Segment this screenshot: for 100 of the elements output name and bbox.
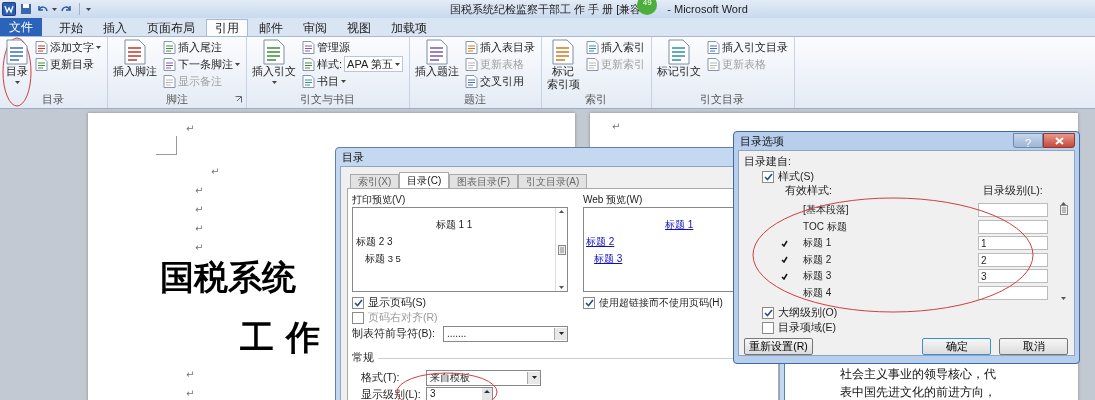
ribbon-button[interactable]: 更新目录 xyxy=(33,56,103,72)
dialog-launcher-icon[interactable] xyxy=(235,96,242,103)
checkbox-label[interactable]: 使用超链接而不使用页码(H) xyxy=(599,295,723,310)
check-icon xyxy=(763,308,773,317)
checkbox-label[interactable]: 样式(S) xyxy=(778,169,814,184)
save-icon[interactable] xyxy=(20,3,32,15)
style-dropdown[interactable]: APA 第五 xyxy=(344,56,403,72)
preview-text: 标题 2 3 xyxy=(355,235,394,249)
spin-up-icon[interactable] xyxy=(482,387,492,400)
ribbon-button[interactable]: 插入引文 xyxy=(250,38,298,92)
caret-icon xyxy=(394,62,400,66)
ribbon-button[interactable]: 下一条脚注 xyxy=(161,56,242,72)
checkbox[interactable] xyxy=(762,170,774,183)
document-icon xyxy=(163,74,176,88)
ok-button[interactable]: 确定 xyxy=(922,338,991,355)
dialog-tab[interactable]: 索引(X) xyxy=(350,174,400,188)
paragraph-mark: ↵ xyxy=(195,184,204,198)
level-input[interactable]: 2 xyxy=(978,252,1048,267)
document-icon xyxy=(302,40,315,54)
checkbox-label[interactable]: 大纲级别(O) xyxy=(778,305,838,320)
check-icon xyxy=(353,298,363,307)
ribbon-tab[interactable]: 插入 xyxy=(94,19,136,36)
ribbon-button[interactable]: 插入索引 xyxy=(583,39,647,55)
document-icon xyxy=(585,57,599,71)
ribbon-tab[interactable]: 加载项 xyxy=(382,19,436,36)
document-icon xyxy=(464,57,478,71)
document-title: 工 作 xyxy=(240,317,320,357)
scroll-thumb-icon[interactable] xyxy=(1059,205,1068,215)
document-icon xyxy=(302,57,315,71)
checkbox[interactable] xyxy=(352,296,364,309)
checkbox[interactable] xyxy=(762,306,774,319)
ribbon-button[interactable]: 书目 xyxy=(300,73,405,89)
style-name: 标题 3 xyxy=(803,269,833,284)
scroll-down-icon[interactable] xyxy=(1061,297,1066,300)
ribbon-tab[interactable]: 视图 xyxy=(338,19,380,36)
field-label: Web 预览(W) xyxy=(583,193,644,206)
paragraph-mark: ↵ xyxy=(612,120,621,134)
body-text: 表中国先进文化的前进方向， xyxy=(840,384,996,400)
field-label: 目录建自: xyxy=(744,155,792,169)
checkbox[interactable] xyxy=(762,321,774,334)
ribbon-tab[interactable]: 审阅 xyxy=(294,19,336,36)
group-label: 脚注 xyxy=(165,92,188,107)
caret-icon xyxy=(271,81,277,84)
reset-button[interactable]: 重新设置(R) xyxy=(744,338,813,355)
caret-icon xyxy=(96,45,101,49)
caret-icon xyxy=(531,376,537,379)
format-dropdown[interactable]: 来自模板 xyxy=(426,369,541,386)
document-icon xyxy=(585,40,599,54)
paragraph-mark: ↵ xyxy=(186,122,195,136)
field-label: 制表符前导符(B): xyxy=(352,326,435,341)
group-label: 引文与书目 xyxy=(299,92,355,107)
level-input[interactable] xyxy=(978,203,1048,218)
ribbon-button[interactable]: 添加文字 xyxy=(33,39,103,55)
checkbox[interactable] xyxy=(583,296,595,309)
ribbon-button[interactable]: 交叉引用 xyxy=(462,73,537,89)
close-button[interactable] xyxy=(1043,133,1075,148)
scroll-up-icon[interactable] xyxy=(559,210,564,213)
caret-icon xyxy=(341,79,346,83)
field-label: 显示级别(L): xyxy=(361,387,422,400)
file-tab[interactable]: 文件 xyxy=(0,18,42,36)
dialog-tab[interactable]: 图表目录(F) xyxy=(449,174,518,188)
cancel-button[interactable]: 取消 xyxy=(999,338,1068,355)
paragraph-mark: ↵ xyxy=(195,241,204,255)
level-spinner[interactable]: 3 xyxy=(426,386,493,400)
ribbon-tab[interactable]: 页面布局 xyxy=(138,19,204,36)
ribbon-button[interactable]: 插入题注 xyxy=(412,38,461,92)
style-label: 样式: xyxy=(317,56,343,72)
dialog-tab[interactable]: 引文目录(A) xyxy=(518,174,588,188)
style-name: 标题 2 xyxy=(803,252,833,267)
preview-text: 标题 3 5 xyxy=(364,252,402,266)
level-input[interactable]: 3 xyxy=(978,269,1048,284)
dialog-tab[interactable]: 目录(C) xyxy=(399,172,450,188)
checkbox-label[interactable]: 目录项域(E) xyxy=(778,320,836,335)
caret-icon xyxy=(86,7,91,11)
caret-icon xyxy=(52,7,57,11)
caret-icon xyxy=(14,81,20,84)
ribbon-tab[interactable]: 邮件 xyxy=(250,19,292,36)
document-icon xyxy=(123,39,147,65)
ribbon-button[interactable]: 管理源 xyxy=(300,39,405,55)
ribbon-button[interactable]: 插入引文目录 xyxy=(704,39,790,55)
ribbon-button[interactable]: 插入尾注 xyxy=(161,39,242,55)
ribbon-button[interactable]: 插入表目录 xyxy=(462,39,537,55)
scroll-thumb-icon[interactable] xyxy=(557,244,566,255)
ribbon-button[interactable]: 插入脚注 xyxy=(111,38,159,92)
level-input[interactable]: 1 xyxy=(978,236,1048,251)
ribbon-tab[interactable]: 引用 xyxy=(206,19,248,36)
document-title: 国税系统 xyxy=(160,257,296,297)
level-input[interactable] xyxy=(978,219,1048,234)
scroll-down-icon[interactable] xyxy=(559,286,564,289)
app-logo-icon[interactable] xyxy=(2,2,16,16)
ribbon-button[interactable]: 标记引文 xyxy=(654,38,703,92)
style-name: TOC 标题 xyxy=(803,219,848,234)
tab-leader-dropdown[interactable]: ....... xyxy=(442,325,568,342)
checkbox-label[interactable]: 显示页码(S) xyxy=(368,295,426,310)
document-icon xyxy=(424,39,449,65)
group-label: 索引 xyxy=(584,92,607,107)
ribbon-tab[interactable]: 开始 xyxy=(50,19,92,36)
ribbon-button[interactable]: 标记 索引项 xyxy=(544,38,582,92)
level-input[interactable] xyxy=(978,285,1048,300)
paragraph-mark: ↵ xyxy=(186,387,195,400)
